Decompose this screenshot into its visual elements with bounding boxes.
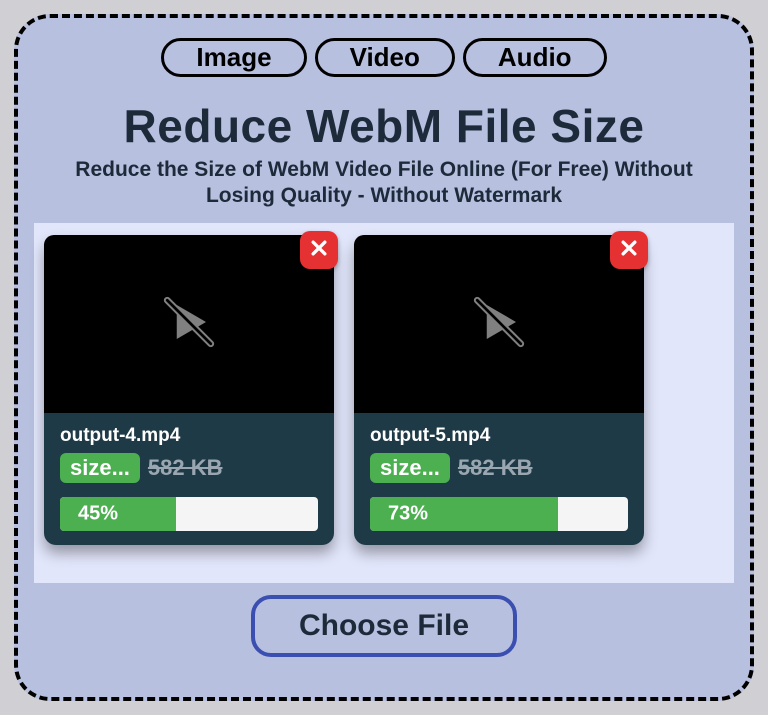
video-thumbnail[interactable] bbox=[44, 235, 334, 413]
file-card: output-4.mp4 size... 582 KB 45% bbox=[44, 235, 334, 545]
file-card: output-5.mp4 size... 582 KB 73% bbox=[354, 235, 644, 545]
progress-label: 45% bbox=[78, 503, 118, 526]
close-icon bbox=[619, 238, 639, 263]
file-name: output-4.mp4 bbox=[44, 413, 334, 453]
choose-file-wrap: Choose File bbox=[26, 595, 742, 657]
no-video-icon bbox=[465, 288, 533, 361]
tab-video[interactable]: Video bbox=[315, 38, 455, 77]
page-title: Reduce WebM File Size bbox=[26, 99, 742, 153]
page-subtitle: Reduce the Size of WebM Video File Onlin… bbox=[26, 157, 742, 210]
old-size: 582 KB bbox=[148, 455, 223, 481]
tab-audio[interactable]: Audio bbox=[463, 38, 607, 77]
upload-panel: Image Video Audio Reduce WebM File Size … bbox=[14, 14, 754, 701]
progress-label: 73% bbox=[388, 503, 428, 526]
old-size: 582 KB bbox=[458, 455, 533, 481]
new-size-badge: size... bbox=[370, 453, 450, 483]
progress-bar: 73% bbox=[370, 497, 628, 531]
media-type-tabs: Image Video Audio bbox=[26, 38, 742, 77]
remove-file-button[interactable] bbox=[300, 231, 338, 269]
file-sizes: size... 582 KB bbox=[354, 453, 644, 483]
file-cards: output-4.mp4 size... 582 KB 45% bbox=[44, 235, 724, 545]
video-thumbnail[interactable] bbox=[354, 235, 644, 413]
progress-bar: 45% bbox=[60, 497, 318, 531]
no-video-icon bbox=[155, 288, 223, 361]
files-container: output-4.mp4 size... 582 KB 45% bbox=[34, 223, 734, 583]
new-size-badge: size... bbox=[60, 453, 140, 483]
file-name: output-5.mp4 bbox=[354, 413, 644, 453]
close-icon bbox=[309, 238, 329, 263]
choose-file-button[interactable]: Choose File bbox=[251, 595, 517, 657]
tab-image[interactable]: Image bbox=[161, 38, 306, 77]
remove-file-button[interactable] bbox=[610, 231, 648, 269]
file-sizes: size... 582 KB bbox=[44, 453, 334, 483]
